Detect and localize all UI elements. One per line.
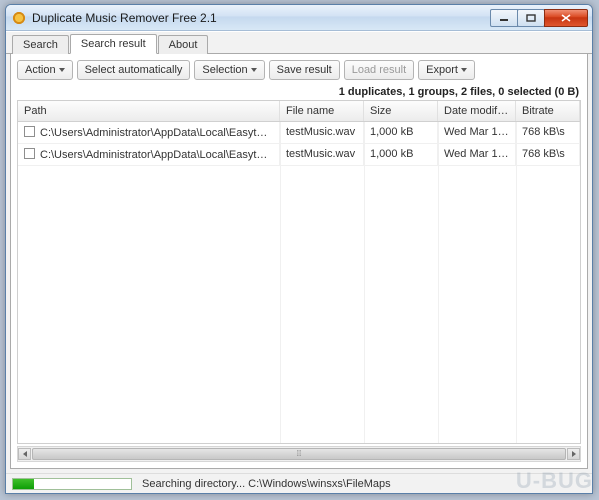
column-path[interactable]: Path — [18, 101, 280, 121]
column-file-name[interactable]: File name — [280, 101, 364, 121]
status-bar: Searching directory... C:\Windows\winsxs… — [6, 473, 592, 493]
cell-bitrate: 768 kB\s — [516, 122, 580, 143]
column-size[interactable]: Size — [364, 101, 438, 121]
results-grid: Path File name Size Date modified Bitrat… — [17, 100, 581, 444]
tab-pane: Action Select automatically Selection Sa… — [10, 54, 588, 469]
cell-date: Wed Mar 12 ... — [438, 122, 516, 143]
chevron-down-icon — [59, 68, 65, 72]
cell-file: testMusic.wav — [280, 144, 364, 165]
cell-path: C:\Users\Administrator\AppData\Local\Eas… — [40, 127, 280, 139]
status-text: Searching directory... C:\Windows\winsxs… — [142, 478, 391, 490]
grid-body: C:\Users\Administrator\AppData\Local\Eas… — [18, 122, 580, 443]
tab-search[interactable]: Search — [12, 35, 69, 54]
row-checkbox[interactable] — [24, 148, 35, 159]
table-row[interactable]: C:\Users\Administrator\AppData\Local\Eas… — [18, 122, 580, 144]
tab-about[interactable]: About — [158, 35, 209, 54]
window-title: Duplicate Music Remover Free 2.1 — [32, 11, 491, 25]
app-icon — [12, 11, 26, 25]
load-result-button[interactable]: Load result — [344, 60, 414, 80]
export-button[interactable]: Export — [418, 60, 475, 80]
row-checkbox[interactable] — [24, 126, 35, 137]
window-controls — [491, 9, 588, 27]
cell-size: 1,000 kB — [364, 144, 438, 165]
table-row[interactable]: C:\Users\Administrator\AppData\Local\Eas… — [18, 144, 580, 166]
column-date-modified[interactable]: Date modified — [438, 101, 516, 121]
minimize-button[interactable] — [490, 9, 518, 27]
titlebar[interactable]: Duplicate Music Remover Free 2.1 — [6, 5, 592, 31]
client-area: Search Search result About Action Select… — [6, 31, 592, 493]
horizontal-scrollbar[interactable]: ⁞⁞ — [17, 446, 581, 462]
chevron-down-icon — [251, 68, 257, 72]
chevron-down-icon — [461, 68, 467, 72]
cell-date: Wed Mar 12 ... — [438, 144, 516, 165]
scroll-left-button[interactable] — [18, 448, 31, 460]
maximize-button[interactable] — [517, 9, 545, 27]
app-window: Duplicate Music Remover Free 2.1 Search … — [5, 4, 593, 494]
toolbar: Action Select automatically Selection Sa… — [17, 60, 581, 80]
save-result-button[interactable]: Save result — [269, 60, 340, 80]
grid-header: Path File name Size Date modified Bitrat… — [18, 101, 580, 122]
tab-search-result[interactable]: Search result — [70, 34, 157, 54]
scroll-thumb[interactable]: ⁞⁞ — [32, 448, 566, 460]
scroll-right-button[interactable] — [567, 448, 580, 460]
selection-button[interactable]: Selection — [194, 60, 264, 80]
cell-file: testMusic.wav — [280, 122, 364, 143]
action-button[interactable]: Action — [17, 60, 73, 80]
column-bitrate[interactable]: Bitrate — [516, 101, 580, 121]
progress-bar — [12, 478, 132, 490]
cell-path: C:\Users\Administrator\AppData\Local\Eas… — [40, 149, 280, 161]
select-automatically-button[interactable]: Select automatically — [77, 60, 191, 80]
cell-size: 1,000 kB — [364, 122, 438, 143]
tab-strip: Search Search result About — [6, 32, 592, 54]
summary-text: 1 duplicates, 1 groups, 2 files, 0 selec… — [19, 86, 579, 98]
progress-fill — [13, 479, 34, 489]
close-button[interactable] — [544, 9, 588, 27]
cell-bitrate: 768 kB\s — [516, 144, 580, 165]
